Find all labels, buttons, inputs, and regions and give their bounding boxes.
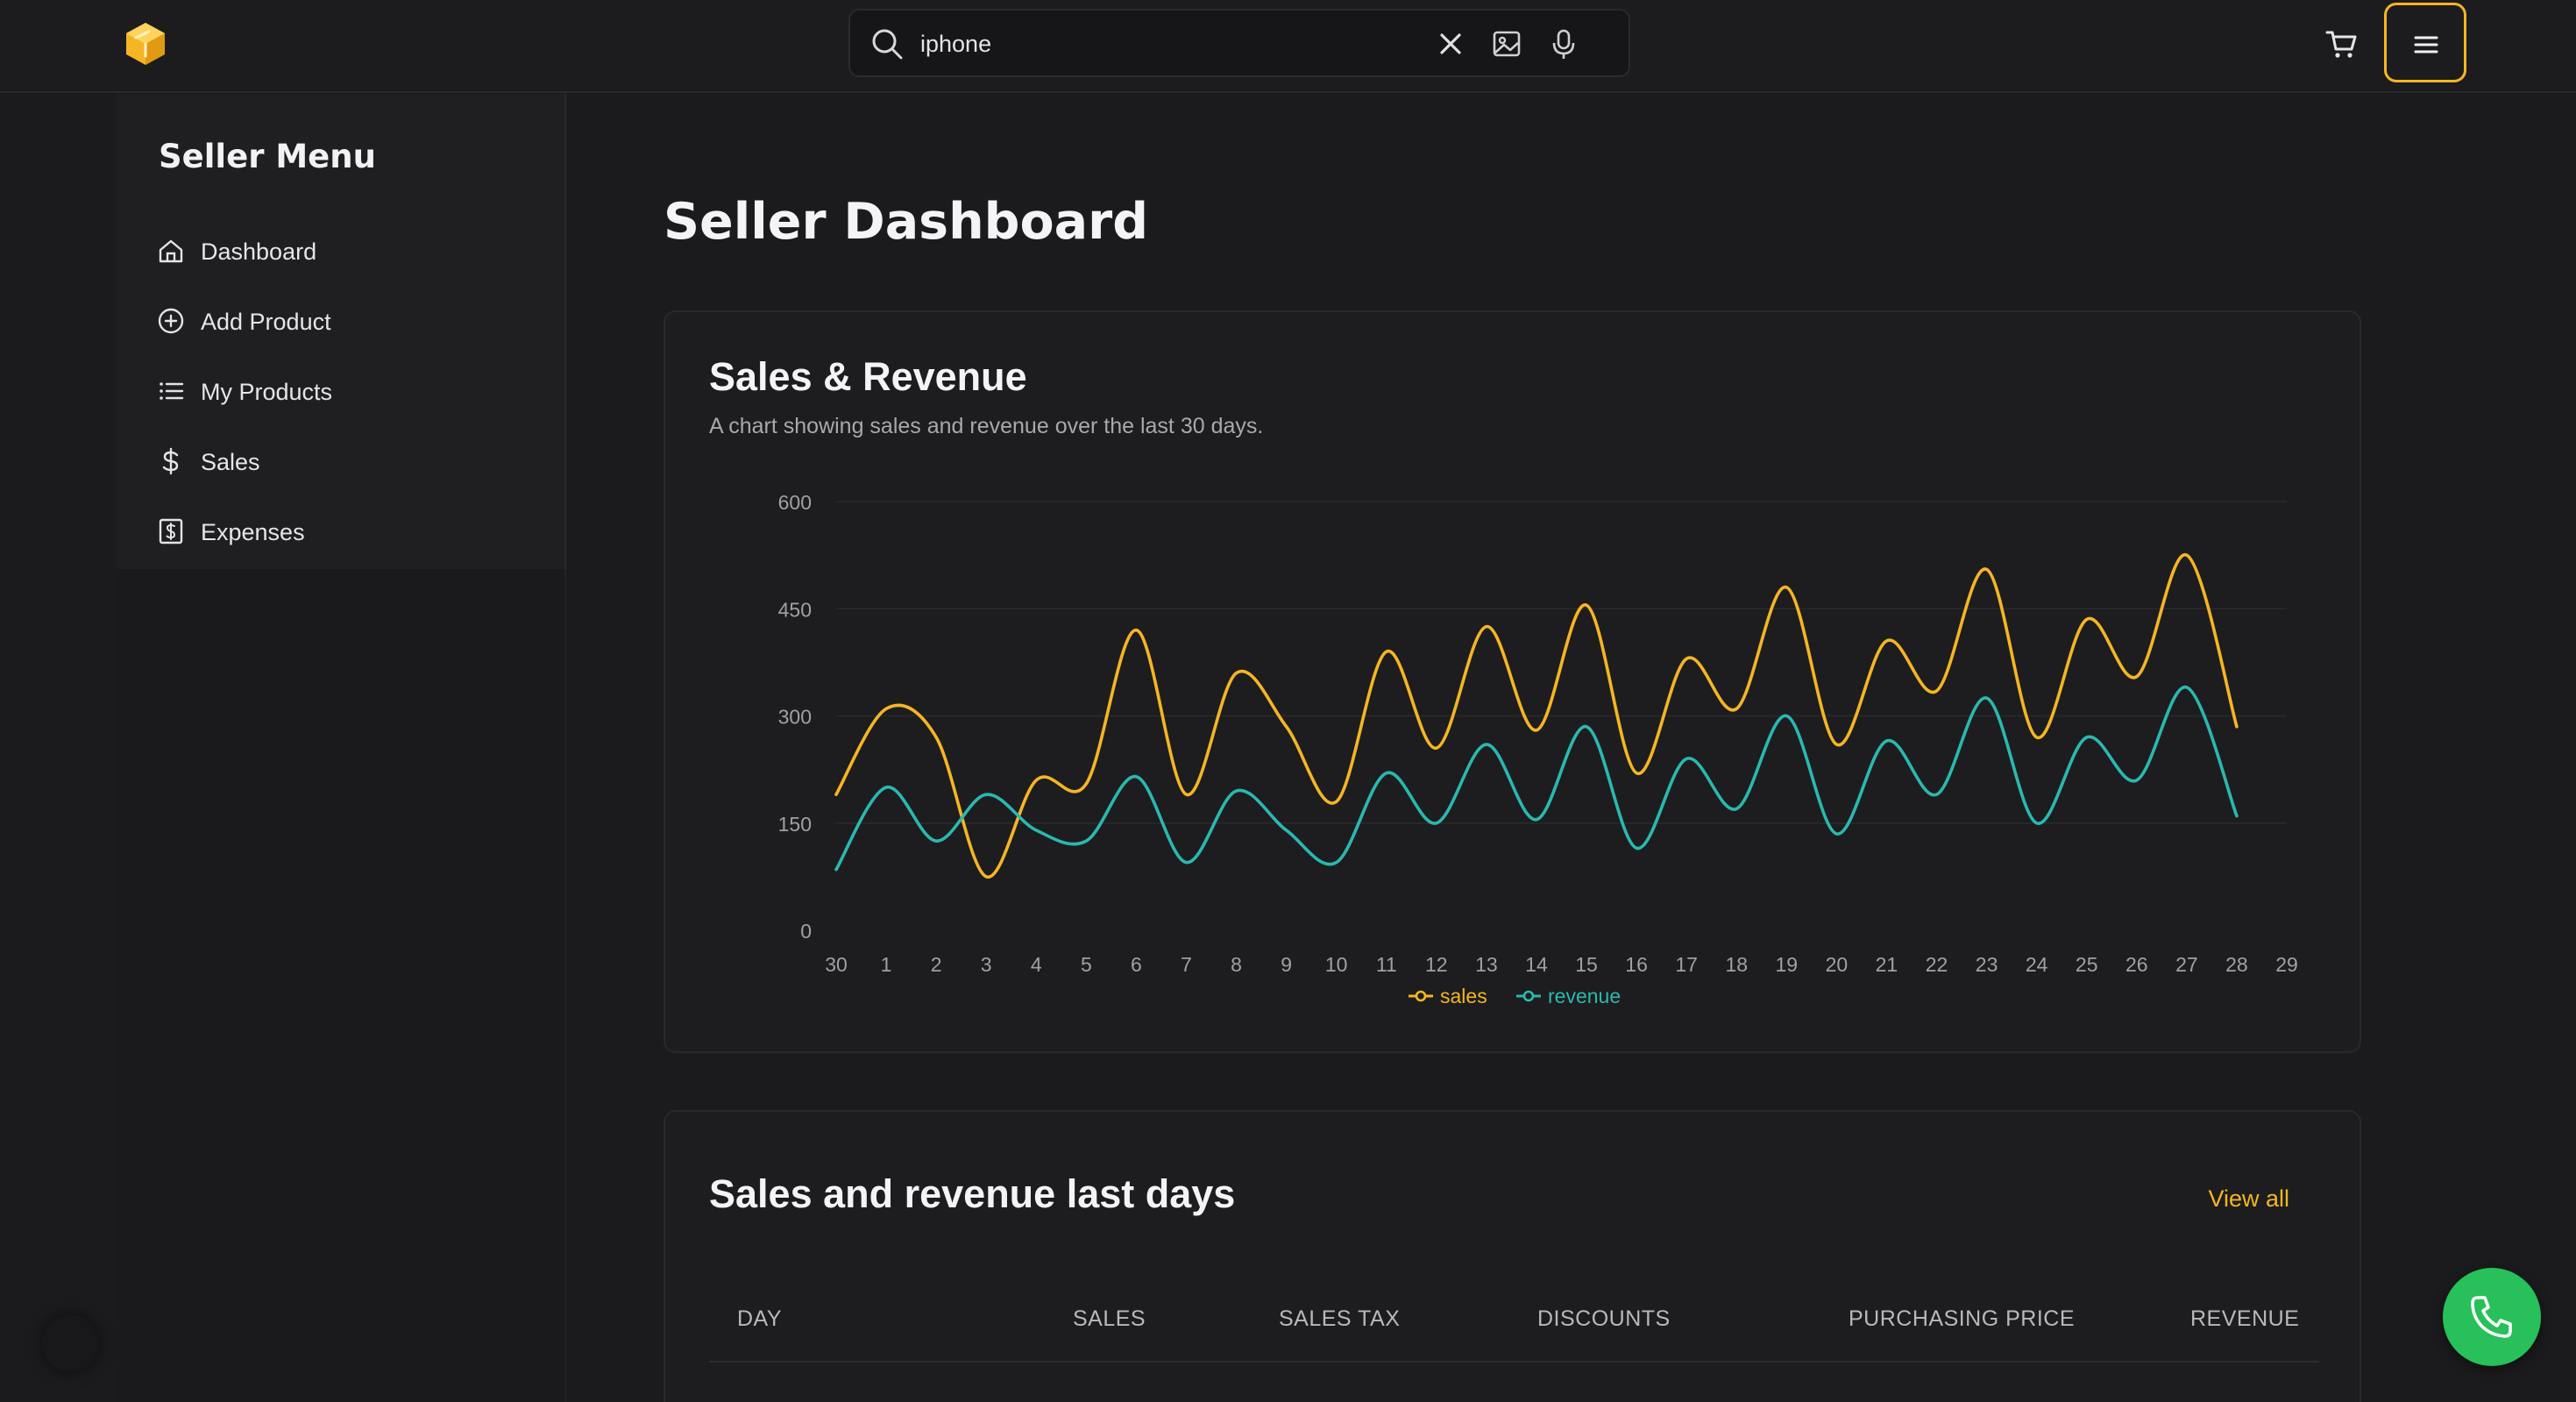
view-all-link[interactable]: View all: [2208, 1185, 2289, 1213]
sidebar-title: Seller Menu: [159, 138, 376, 175]
x-tick-label: 18: [1725, 953, 1748, 976]
dollar-icon: [162, 447, 179, 475]
sidebar-item-label: Sales: [201, 449, 260, 475]
x-tick-label: 28: [2225, 953, 2248, 976]
cube-icon[interactable]: [123, 21, 168, 67]
sidebar-item-label: Dashboard: [201, 238, 317, 265]
plus-circle-icon: [158, 308, 184, 334]
mic-icon[interactable]: [1546, 26, 1581, 61]
x-tick-label: 27: [2175, 953, 2198, 976]
sidebar-item-sales[interactable]: Sales: [157, 440, 525, 484]
x-tick-label: 29: [2275, 953, 2298, 976]
column-header-sales[interactable]: SALES: [1073, 1306, 1146, 1332]
x-tick-label: 5: [1081, 953, 1092, 976]
y-tick-label: 450: [778, 598, 812, 621]
close-icon[interactable]: [1432, 25, 1469, 62]
top-bar: [0, 0, 2576, 93]
sidebar-item-label: Add Product: [201, 309, 331, 335]
phone-icon: [2471, 1296, 2512, 1338]
x-tick-label: 3: [981, 953, 992, 976]
sidebar-item-dashboard[interactable]: Dashboard: [157, 230, 525, 274]
sidebar-item-my-products[interactable]: My Products: [157, 370, 525, 414]
x-tick-label: 2: [931, 953, 942, 976]
x-tick-label: 17: [1675, 953, 1698, 976]
corner-widget[interactable]: [42, 1315, 98, 1371]
sales-legend-marker: [1415, 990, 1427, 1002]
revenue-legend-marker: [1522, 990, 1535, 1002]
column-header-discounts[interactable]: DISCOUNTS: [1537, 1306, 1671, 1332]
sales-revenue-chart: 015030045060030 1 2 3 4 5 6 7 8 9 10 11 12 13 14 15 16 17…: [778, 491, 2298, 1007]
sidebar-item-expenses[interactable]: Expenses: [157, 510, 525, 554]
x-tick-label: 23: [1976, 953, 1998, 976]
x-tick-label: 22: [1926, 953, 1948, 976]
x-tick-label: 20: [1826, 953, 1849, 976]
receipt-icon: [159, 518, 183, 544]
call-button[interactable]: [2443, 1268, 2541, 1366]
menu-icon: [2414, 36, 2438, 53]
app: Seller Menu Dashboard Add Product My Pro…: [0, 0, 2576, 1402]
x-tick-label: 24: [2026, 953, 2048, 976]
home-icon: [159, 239, 183, 263]
seller-sidebar: Seller Menu Dashboard Add Product My Pro…: [117, 94, 566, 569]
x-tick-label: 14: [1525, 953, 1548, 976]
y-tick-label: 600: [778, 491, 812, 514]
x-tick-label: 30: [825, 953, 848, 976]
x-tick-label: 9: [1281, 953, 1292, 976]
x-tick-label: 25: [2076, 953, 2098, 976]
x-tick-label: 16: [1625, 953, 1648, 976]
search-input[interactable]: [920, 25, 1411, 63]
x-tick-label: 4: [1031, 953, 1042, 976]
cart-icon[interactable]: [2323, 25, 2361, 63]
y-tick-label: 300: [778, 706, 812, 729]
menu-button[interactable]: [2384, 3, 2466, 82]
x-tick-label: 10: [1325, 953, 1348, 976]
sales-legend-label: sales: [1440, 985, 1487, 1007]
sales-revenue-card: Sales & Revenue A chart showing sales an…: [664, 310, 2361, 1053]
list-icon: [160, 382, 184, 400]
x-tick-label: 26: [2125, 953, 2148, 976]
y-tick-label: 150: [778, 813, 812, 836]
x-tick-label: 12: [1425, 953, 1448, 976]
x-tick-label: 19: [1776, 953, 1799, 976]
table-card-title: Sales and revenue last days: [709, 1171, 1236, 1216]
sidebar-divider: [564, 94, 566, 569]
sidebar-item-label: Expenses: [201, 519, 305, 545]
column-header-sales-tax[interactable]: SALES TAX: [1279, 1306, 1400, 1332]
sidebar-column: [117, 569, 566, 1402]
x-tick-label: 8: [1231, 953, 1242, 976]
sales-revenue-table-card: Sales and revenue last days View all DAY…: [664, 1110, 2361, 1402]
column-header-day[interactable]: DAY: [737, 1306, 782, 1332]
sidebar-item-label: My Products: [201, 379, 333, 405]
x-tick-label: 11: [1376, 953, 1397, 976]
column-header-purchasing-price[interactable]: PURCHASING PRICE: [1849, 1306, 2075, 1332]
x-tick-label: 15: [1575, 953, 1598, 976]
search-icon[interactable]: [869, 26, 905, 61]
x-tick-label: 21: [1876, 953, 1898, 976]
x-tick-label: 13: [1475, 953, 1498, 976]
x-tick-label: 1: [881, 953, 892, 976]
y-tick-label: 0: [800, 920, 812, 943]
column-header-revenue[interactable]: REVENUE: [2190, 1306, 2299, 1332]
image-search-icon[interactable]: [1489, 26, 1524, 61]
sidebar-item-add-product[interactable]: Add Product: [157, 300, 525, 344]
revenue-legend-label: revenue: [1548, 985, 1621, 1007]
page-title: Seller Dashboard: [664, 193, 1149, 251]
table-header-divider: [709, 1361, 2319, 1363]
x-tick-label: 7: [1181, 953, 1192, 976]
x-tick-label: 6: [1131, 953, 1142, 976]
search-bar: [848, 9, 1630, 77]
